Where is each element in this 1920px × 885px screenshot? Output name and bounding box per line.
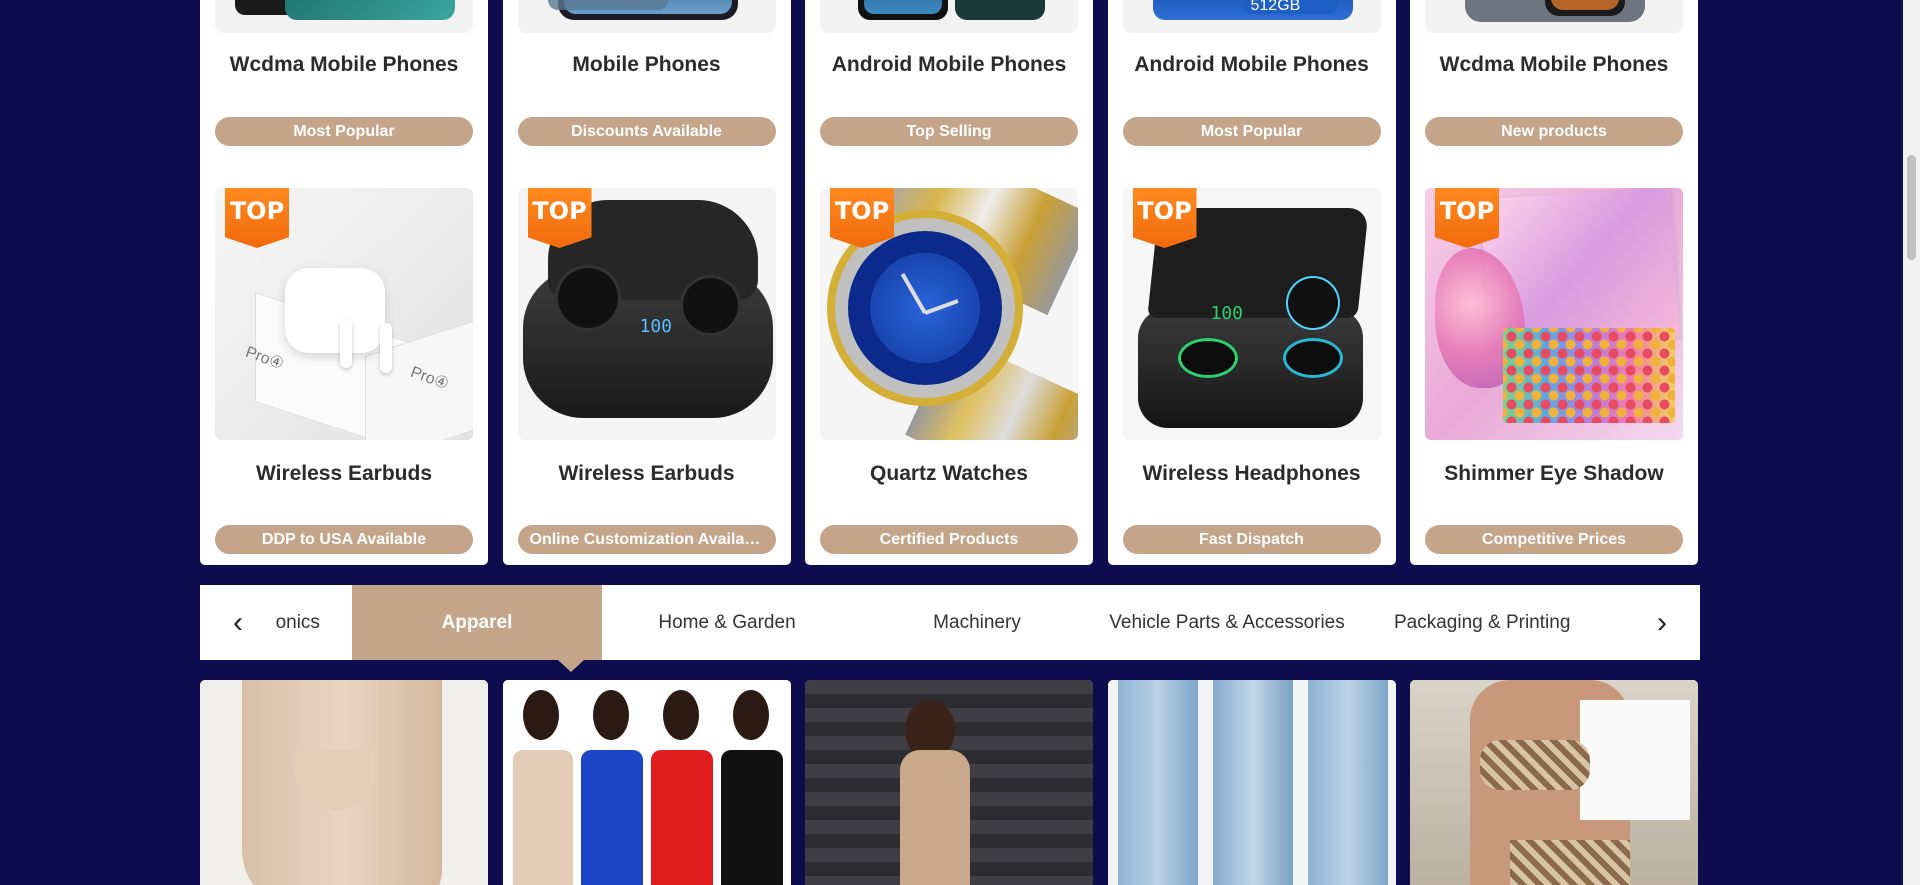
active-tab-pointer: [558, 660, 584, 672]
product-image[interactable]: TOP: [1425, 188, 1683, 440]
tabs-prev-button[interactable]: ‹: [200, 585, 276, 660]
tab-packaging-printing[interactable]: Packaging & Printing: [1352, 585, 1602, 660]
product-image[interactable]: [502, 680, 791, 885]
page: Wcdma Mobile Phones Most Popular Mobile …: [0, 0, 1920, 885]
product-image[interactable]: [1425, 0, 1683, 33]
tab-machinery[interactable]: Machinery: [852, 585, 1102, 660]
product-tag: Most Popular: [215, 117, 473, 146]
product-tag: Certified Products: [820, 525, 1078, 554]
product-image[interactable]: TOP: [820, 188, 1078, 440]
product-title[interactable]: Mobile Phones: [503, 53, 791, 77]
product-card[interactable]: [1107, 680, 1396, 885]
top-badge: TOP: [225, 188, 289, 248]
product-image[interactable]: TOP 100: [1122, 188, 1381, 440]
product-tag: Most Popular: [1122, 117, 1381, 146]
product-title[interactable]: Android Mobile Phones: [1108, 53, 1396, 77]
battery-display: 100: [1210, 303, 1244, 324]
top-badge: TOP: [1435, 188, 1499, 248]
product-image[interactable]: TOP Pro④ Pro④: [215, 188, 473, 440]
product-title[interactable]: Quartz Watches: [805, 462, 1093, 486]
product-card[interactable]: TOP 100 Wireless Headphones Fast Dispatc…: [1107, 173, 1396, 565]
product-grid-apparel: [200, 680, 1698, 885]
top-badge: TOP: [527, 188, 592, 248]
product-card[interactable]: Wcdma Mobile Phones New products: [1410, 0, 1698, 189]
product-tag: Competitive Prices: [1425, 525, 1683, 554]
product-card[interactable]: TOP 100 Wireless Earbuds Online Customiz…: [502, 173, 791, 565]
product-image[interactable]: TOP 100: [517, 188, 776, 440]
product-card[interactable]: [805, 680, 1093, 885]
product-tag: Discounts Available: [517, 117, 776, 146]
product-image[interactable]: [805, 680, 1093, 885]
tab-vehicle-parts[interactable]: Vehicle Parts & Accessories: [1102, 585, 1352, 660]
product-tag: New products: [1425, 117, 1683, 146]
category-tabs: ‹ Consumer Electronics Apparel Home & Ga…: [200, 585, 1700, 660]
product-image[interactable]: [215, 0, 473, 33]
tab-home-garden[interactable]: Home & Garden: [602, 585, 852, 660]
product-card[interactable]: Mobile Phones Discounts Available: [502, 0, 791, 189]
product-title[interactable]: Shimmer Eye Shadow: [1410, 462, 1698, 486]
storage-label: 512GB: [1250, 0, 1301, 14]
product-image[interactable]: [820, 0, 1078, 33]
top-badge: TOP: [830, 188, 894, 248]
tab-consumer-electronics[interactable]: Consumer Electronics: [276, 585, 352, 660]
product-card[interactable]: 512GB Android Mobile Phones Most Popular: [1107, 0, 1396, 189]
product-tag: Fast Dispatch: [1122, 525, 1381, 554]
product-card[interactable]: TOP Shimmer Eye Shadow Competitive Price…: [1410, 173, 1698, 565]
product-title[interactable]: Wireless Earbuds: [503, 462, 791, 486]
product-card[interactable]: Android Mobile Phones Top Selling: [805, 0, 1093, 189]
product-image[interactable]: [517, 0, 776, 33]
product-title[interactable]: Android Mobile Phones: [805, 53, 1093, 77]
product-tag: Online Customization Available: [517, 525, 776, 554]
product-image[interactable]: 512GB: [1122, 0, 1381, 33]
product-card[interactable]: TOP Pro④ Pro④ Wireless Earbuds DDP to US…: [200, 173, 488, 565]
product-card[interactable]: TOP Quartz Watches Certified Products: [805, 173, 1093, 565]
product-image[interactable]: [200, 680, 488, 885]
product-grid-phones: Wcdma Mobile Phones Most Popular Mobile …: [200, 0, 1698, 189]
chevron-left-icon: ‹: [233, 605, 243, 639]
product-card[interactable]: [502, 680, 791, 885]
product-image[interactable]: [1410, 680, 1698, 885]
product-grid-top: TOP Pro④ Pro④ Wireless Earbuds DDP to US…: [200, 173, 1698, 565]
product-tag: Top Selling: [820, 117, 1078, 146]
product-title[interactable]: Wireless Earbuds: [200, 462, 488, 486]
product-tag: DDP to USA Available: [215, 525, 473, 554]
scrollbar-thumb[interactable]: [1907, 155, 1916, 260]
battery-display: 100: [639, 316, 673, 337]
product-title[interactable]: Wireless Headphones: [1108, 462, 1396, 486]
chevron-right-icon: ›: [1657, 605, 1667, 639]
product-title[interactable]: Wcdma Mobile Phones: [1410, 53, 1698, 77]
tabs-viewport: Consumer Electronics Apparel Home & Gard…: [276, 585, 1624, 660]
product-card[interactable]: [1410, 680, 1698, 885]
tabs-next-button[interactable]: ›: [1624, 585, 1700, 660]
product-image[interactable]: [1107, 680, 1396, 885]
tabs-track: Consumer Electronics Apparel Home & Gard…: [276, 585, 1602, 660]
page-scrollbar[interactable]: [1903, 0, 1920, 885]
product-card[interactable]: Wcdma Mobile Phones Most Popular: [200, 0, 488, 189]
product-title[interactable]: Wcdma Mobile Phones: [200, 53, 488, 77]
tab-apparel[interactable]: Apparel: [352, 585, 602, 660]
product-card[interactable]: [200, 680, 488, 885]
top-badge: TOP: [1132, 188, 1197, 248]
